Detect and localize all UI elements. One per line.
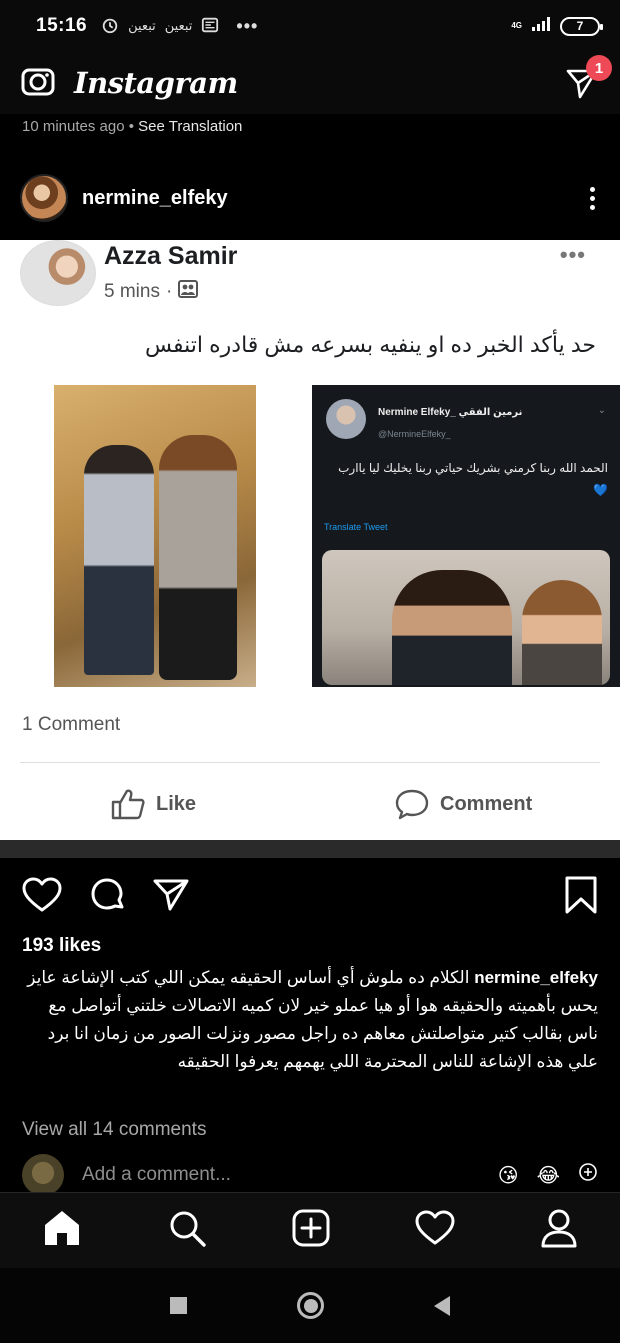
add-comment-row: Add a comment... 😘 😂 — [0, 1154, 620, 1196]
view-all-comments[interactable]: View all 14 comments — [22, 1119, 206, 1141]
status-time: 15:16 — [36, 15, 88, 36]
chevron-down-icon: ⌄ — [597, 405, 606, 416]
post-username[interactable]: nermine_elfeky — [82, 187, 228, 210]
battery-icon: 7 — [560, 16, 603, 36]
kiss-emoji-button[interactable]: 😘 — [498, 1163, 519, 1188]
dm-badge: 1 — [586, 55, 612, 81]
tweet-photo — [322, 550, 610, 685]
signal-icon — [532, 16, 550, 36]
meta-separator: • — [124, 118, 139, 135]
comment-icon[interactable] — [88, 876, 126, 919]
speech-bubble-icon — [395, 789, 429, 820]
camera-icon[interactable] — [20, 63, 56, 104]
couple-photo — [54, 385, 256, 687]
bookmark-icon[interactable] — [564, 875, 598, 920]
tweet-avatar — [326, 399, 366, 439]
post-image[interactable]: Azza Samir 5 mins · ••• حد يأكد الخبر ده… — [0, 240, 620, 840]
image-bottom-strip — [0, 840, 620, 858]
alarm-icon — [101, 16, 119, 37]
friends-icon — [178, 280, 199, 304]
fb-time-text: 5 mins — [104, 281, 160, 302]
status-notification-icons: تبعين تبعين ••• — [101, 16, 258, 37]
tweet-text: الحمد الله ربنا كرمني بشريك حياتي ربنا ي… — [338, 461, 608, 497]
fb-post-time: 5 mins · — [104, 280, 199, 304]
share-icon[interactable] — [152, 877, 190, 918]
tweet-handle: @NermineElfeky_ — [378, 429, 451, 439]
post-actions — [0, 872, 620, 922]
home-icon[interactable] — [42, 1209, 82, 1252]
tweet-screenshot: Nermine Elfeky_ نرمين الفقي @NermineElfe… — [312, 385, 620, 687]
fb-author-name: Azza Samir — [104, 242, 238, 270]
more-notifications: ••• — [236, 15, 259, 36]
app-logo: Instagram — [74, 66, 238, 100]
notif-label-1: تبعين — [128, 18, 156, 33]
status-bar: 15:16 تبعين تبعين ••• 4G 7 — [0, 0, 620, 52]
network-label: 4G — [511, 21, 522, 30]
heart-icon[interactable] — [22, 877, 62, 918]
tweet-author-name: Nermine Elfeky_ نرمين الفقي — [378, 407, 523, 418]
caption-username[interactable]: nermine_elfeky — [474, 968, 598, 987]
likes-count[interactable]: 193 likes — [22, 935, 101, 957]
fb-time-separator: · — [165, 281, 173, 302]
fb-comment-action: Comment — [394, 788, 532, 820]
new-post-icon[interactable] — [291, 1208, 331, 1253]
fb-like-action: Like — [110, 788, 196, 820]
translate-tweet: Translate Tweet — [324, 522, 388, 532]
thumbs-up-icon — [111, 789, 145, 820]
post-avatar[interactable] — [20, 174, 68, 222]
add-comment-input[interactable]: Add a comment... — [82, 1164, 231, 1186]
post-time: 10 minutes ago — [22, 118, 125, 135]
search-icon[interactable] — [167, 1208, 207, 1253]
recent-apps-icon[interactable] — [170, 1297, 187, 1314]
post-caption: nermine_elfeky الكلام ده ملوش أي أساس ال… — [22, 964, 598, 1076]
post-header: nermine_elfeky — [0, 168, 620, 228]
current-user-avatar — [22, 1154, 64, 1196]
see-translation-link[interactable]: See Translation — [138, 118, 242, 135]
fb-divider — [20, 762, 600, 763]
news-icon — [201, 16, 219, 37]
direct-message-button[interactable]: 1 — [564, 55, 612, 101]
post-meta: 10 minutes ago • See Translation — [22, 118, 242, 135]
instagram-header: Instagram 1 — [0, 52, 620, 114]
notif-label-2: تبعين — [164, 18, 193, 33]
add-emoji-icon[interactable] — [578, 1162, 598, 1188]
fb-post-text: حد يأكد الخبر ده او ينفيه بسرعه مش قادره… — [144, 332, 596, 357]
fb-author-avatar — [20, 240, 96, 306]
post-options-icon[interactable] — [584, 186, 600, 210]
home-button-icon[interactable] — [297, 1292, 324, 1319]
fb-more-icon: ••• — [559, 242, 586, 267]
bottom-navigation — [0, 1192, 620, 1268]
system-navigation — [0, 1268, 620, 1343]
battery-level: 7 — [576, 19, 584, 33]
fb-comment-label: Comment — [440, 792, 533, 815]
profile-icon[interactable] — [540, 1208, 578, 1253]
fb-like-label: Like — [156, 792, 197, 815]
laugh-emoji-button[interactable]: 😂 — [537, 1163, 560, 1188]
activity-heart-icon[interactable] — [415, 1210, 455, 1251]
fb-comment-count: 1 Comment — [22, 714, 121, 735]
back-icon[interactable] — [434, 1295, 450, 1316]
